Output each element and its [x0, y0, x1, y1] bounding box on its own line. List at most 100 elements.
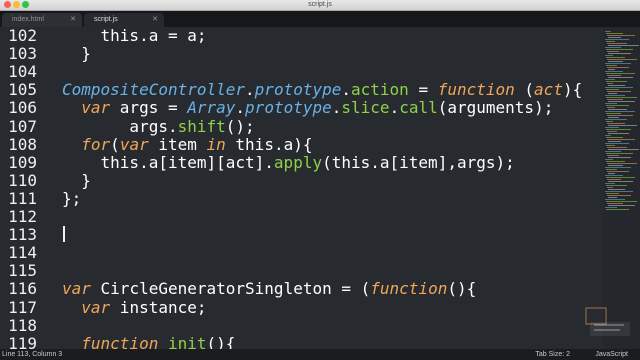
minimap-row	[606, 121, 613, 122]
syntax-selector[interactable]: JavaScript	[595, 349, 628, 360]
minimap-row	[605, 159, 613, 160]
code-line[interactable]: 108 for(var item in this.a){	[0, 134, 600, 154]
minimap-row	[605, 71, 623, 72]
minimap-row	[607, 187, 613, 188]
tab-index-html[interactable]: index.html ✕	[2, 13, 82, 27]
minimap-row	[605, 31, 611, 32]
minimap-row	[607, 43, 627, 44]
minimap-row	[607, 179, 621, 180]
code-token: }	[62, 170, 91, 190]
minimap-row	[607, 67, 629, 68]
status-bar: Line 113, Column 3 Tab Size: 2 JavaScrip…	[0, 349, 640, 360]
tab-size-selector[interactable]: Tab Size: 2	[535, 349, 570, 360]
line-number: 108	[8, 134, 37, 154]
line-number: 102	[8, 27, 37, 45]
code-token: .	[245, 80, 255, 100]
minimap-row	[606, 49, 633, 50]
minimap-row	[607, 131, 617, 132]
minimap-row	[606, 161, 625, 162]
minimap-row	[606, 41, 615, 42]
code-text: this.a = a;	[62, 27, 207, 45]
code-token: args =	[110, 98, 188, 118]
minimap-row	[605, 119, 627, 120]
code-token: (	[514, 80, 535, 100]
code-line[interactable]: 105 CompositeController.prototype.action …	[0, 81, 600, 99]
code-token: Array	[187, 98, 236, 118]
line-number: 105	[8, 80, 37, 100]
code-line[interactable]: 117 var instance;	[0, 297, 600, 317]
code-token: prototype	[245, 98, 332, 118]
code-line[interactable]: 112	[0, 208, 600, 226]
code-line[interactable]: 115	[0, 262, 600, 280]
minimap-row	[607, 115, 633, 116]
code-line[interactable]: 102 this.a = a;	[0, 27, 600, 45]
minimap-row	[605, 199, 625, 200]
code-token: =	[408, 80, 438, 100]
close-icon[interactable]: ✕	[152, 13, 158, 27]
tab-label: script.js	[94, 16, 118, 23]
code-text: function init(){	[62, 333, 235, 349]
minimap-row	[607, 83, 613, 84]
minimap-row	[606, 33, 623, 34]
minimap-row	[608, 133, 629, 134]
code-line[interactable]: 118	[0, 316, 600, 335]
minimap-row	[605, 55, 613, 56]
close-icon[interactable]: ✕	[70, 13, 76, 27]
code-token: var	[81, 297, 111, 317]
code-line[interactable]: 106 var args = Array.prototype.slice.cal…	[0, 99, 600, 117]
minimap-row	[605, 63, 631, 64]
code-line[interactable]: 111};	[0, 188, 600, 208]
code-token: var	[62, 279, 91, 299]
minimap-row	[606, 105, 629, 106]
code-token: in	[206, 134, 226, 154]
tab-script-js[interactable]: script.js ✕	[84, 13, 164, 27]
code-line[interactable]: 116 var CircleGeneratorSingleton = (funct…	[0, 280, 600, 298]
code-token: act	[534, 80, 563, 100]
code-line[interactable]: 114	[0, 244, 600, 262]
minimap-row	[608, 165, 623, 166]
code-line[interactable]: 104	[0, 63, 600, 81]
line-number: 115	[8, 261, 37, 281]
minimap-row	[605, 135, 611, 136]
minimap-row	[608, 93, 617, 94]
code-line[interactable]: 109 this.a[item][act].apply(this.a[item]…	[0, 152, 600, 172]
minimap-row	[606, 89, 619, 90]
code-editor[interactable]: 102 this.a = a; 103 } 104 105 CompositeContr…	[0, 27, 640, 349]
minimap-row	[606, 97, 637, 98]
code-token: item	[148, 134, 207, 154]
minimap-row	[608, 181, 633, 182]
code-line[interactable]: 107 args.shift();	[0, 117, 600, 136]
minimap-row	[607, 163, 637, 164]
code-token: CompositeController	[62, 80, 246, 100]
window-title: script.js	[308, 1, 332, 8]
code-line[interactable]: 103 }	[0, 45, 600, 63]
line-number: 112	[8, 207, 37, 226]
minimap-row	[606, 193, 619, 194]
minimap-row	[607, 171, 629, 172]
code-token: function	[370, 279, 448, 299]
minimap-row	[605, 103, 617, 104]
code-token: };	[62, 188, 82, 208]
line-number: 103	[8, 44, 37, 64]
code-token: this	[100, 27, 140, 45]
code-text: var args = Array.prototype.slice.call(ar…	[62, 99, 553, 117]
line-number: 111	[8, 188, 37, 208]
minimap-row	[605, 207, 617, 208]
minimap-row	[606, 73, 635, 74]
minimap-row	[607, 59, 637, 60]
code-line[interactable]: 119 function init(){	[0, 333, 600, 349]
minimap-row	[608, 37, 621, 38]
minimap-row	[605, 167, 631, 168]
code-text: var CircleGeneratorSingleton = (function…	[62, 280, 476, 298]
minimap-row	[608, 197, 617, 198]
code-token: this.a[item][act].	[62, 152, 274, 172]
minimap-row	[607, 147, 627, 148]
code-token: init	[167, 333, 207, 349]
code-line[interactable]: 113	[0, 226, 600, 244]
minimap-row	[606, 177, 635, 178]
code-line[interactable]: 110 }	[0, 170, 600, 190]
code-token: this.a){	[225, 134, 313, 154]
editor-window: script.js index.html ✕ script.js ✕ 102 t…	[0, 0, 640, 360]
